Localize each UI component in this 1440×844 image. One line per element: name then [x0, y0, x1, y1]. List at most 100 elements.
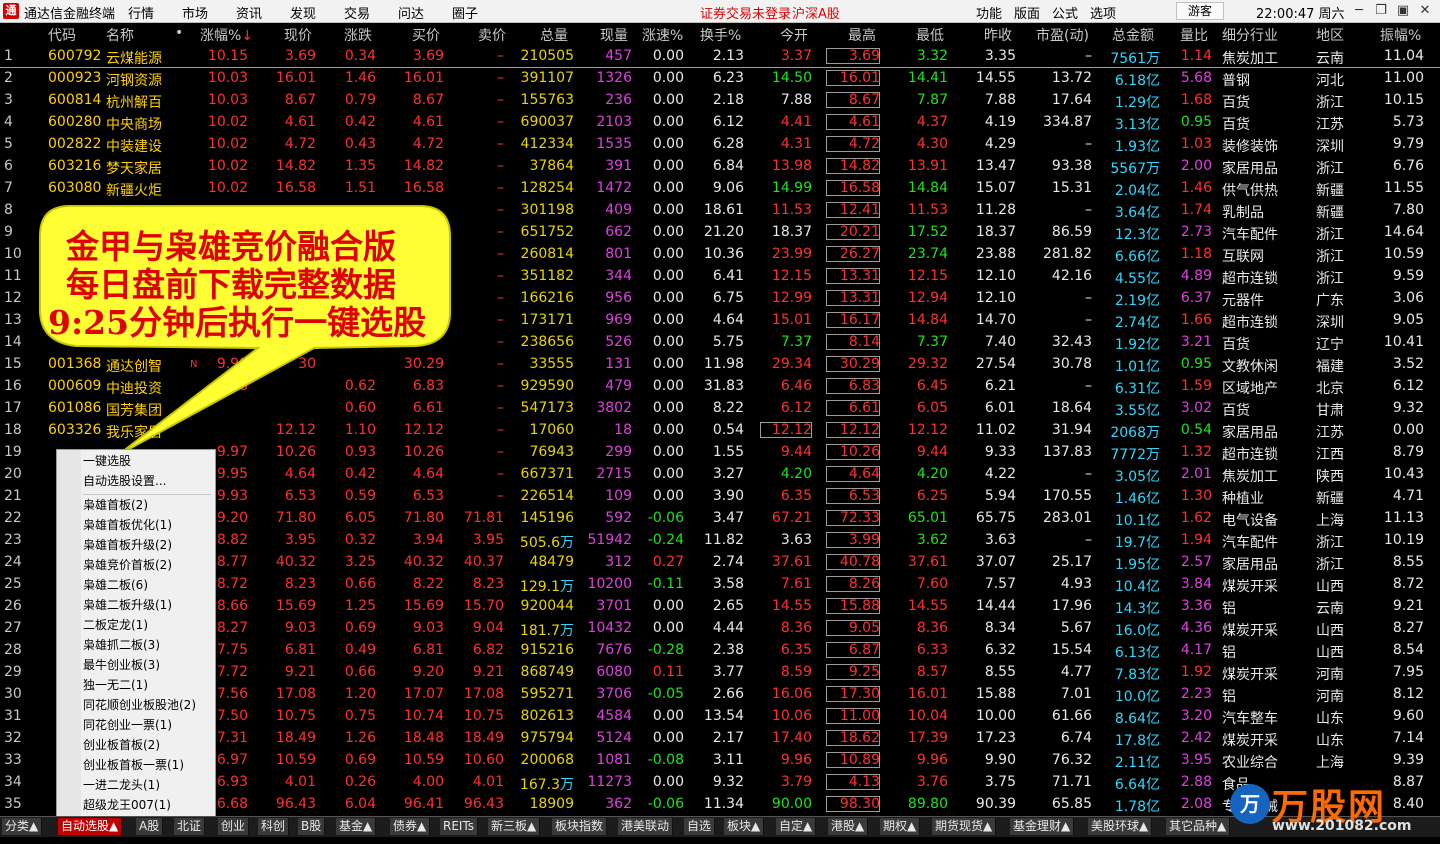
- menu-item-formula-4[interactable]: 枭雄竞价首板(2): [83, 555, 172, 575]
- table-row[interactable]: 7 603080 新疆火炬 10.02 16.58 1.51 16.58–128254 147…: [0, 177, 1440, 199]
- menu-faxian[interactable]: 发现: [290, 3, 316, 22]
- menu-jiaoyi[interactable]: 交易: [344, 3, 370, 22]
- tab-bond[interactable]: 债券▲: [390, 818, 431, 835]
- market-label[interactable]: 沪深A股: [792, 3, 840, 22]
- col-bid[interactable]: 买价: [412, 25, 440, 45]
- tab-category[interactable]: 分类▲: [2, 818, 43, 835]
- tab-fund-finance[interactable]: 基金理财▲: [1010, 818, 1075, 835]
- menu-item-formula-14[interactable]: 创业板首板一票(1): [83, 755, 184, 775]
- table-row[interactable]: 14–238656 526 0.00 5.75 7.37 8.14 7.37 7.40 32.4…: [0, 331, 1440, 353]
- table-row[interactable]: 30 7.56 17.08 1.20 17.07 17.08 595271 3706 -0.05…: [0, 683, 1440, 705]
- table-row[interactable]: 23 8.82 3.95 0.32 3.94 3.95 505.6万 51942 -0.24 11…: [0, 529, 1440, 551]
- cell-code[interactable]: 600792: [48, 48, 108, 64]
- cell-code[interactable]: 000923: [48, 70, 108, 86]
- table-row[interactable]: 2 000923 河钢资源 10.03 16.01 1.46 16.01–391107 132…: [0, 67, 1440, 89]
- col-volume[interactable]: 总量: [540, 25, 568, 45]
- table-row[interactable]: 8–301198 409 0.00 18.61 11.53 12.41 11.53 11.28…: [0, 199, 1440, 221]
- table-row[interactable]: 12–166216 956 0.00 6.75 12.99 13.31 12.94 12.10…: [0, 287, 1440, 309]
- cell-name[interactable]: 中装建设: [106, 136, 186, 156]
- cell-name[interactable]: 中迪投资: [106, 378, 186, 398]
- tab-other[interactable]: 其它品种▲: [1166, 818, 1231, 835]
- menu-wenda[interactable]: 问达: [398, 3, 424, 22]
- tab-sector-index[interactable]: 板块指数: [552, 818, 608, 835]
- table-row[interactable]: 31 7.50 10.75 0.75 10.74 10.75 802613 4584 0.00 1…: [0, 705, 1440, 727]
- table-row[interactable]: 10–260814 801 0.00 10.36 23.99 26.27 23.74 23.8…: [0, 243, 1440, 265]
- tab-chinext[interactable]: 创业: [218, 818, 250, 835]
- col-updown[interactable]: 涨跌: [344, 25, 372, 45]
- tab-us-global[interactable]: 美股环球▲: [1088, 818, 1153, 835]
- cell-code[interactable]: 601086: [48, 400, 108, 416]
- col-change-pct[interactable]: 涨幅%↓: [200, 25, 253, 45]
- table-row[interactable]: 4 600280 中央商场 10.02 4.61 0.42 4.61–690037 2103 0…: [0, 111, 1440, 133]
- menu-gongshi[interactable]: 公式: [1052, 3, 1078, 22]
- tab-hk-us-link[interactable]: 港美联动: [618, 818, 674, 835]
- tab-neeq[interactable]: 新三板▲: [488, 818, 541, 835]
- cell-code[interactable]: 600814: [48, 92, 108, 108]
- menu-hangqing[interactable]: 行情: [128, 3, 154, 22]
- menu-quanzi[interactable]: 圈子: [452, 3, 478, 22]
- col-speed[interactable]: 涨速%: [642, 25, 683, 45]
- table-row[interactable]: 15 001368 通达创智 9.99 30 30.29–33555 131 0.00 11.9…: [0, 353, 1440, 375]
- tab-sector[interactable]: 板块▲: [724, 818, 765, 835]
- cell-name[interactable]: 中央商场: [106, 114, 186, 134]
- cell-name[interactable]: 国芳集团: [106, 400, 186, 420]
- table-row[interactable]: 26 8.66 15.69 1.25 15.69 15.70 920044 3701 0.00 2…: [0, 595, 1440, 617]
- menu-item-auto-select-settings[interactable]: 自动选股设置...: [83, 471, 166, 491]
- table-row[interactable]: 24 8.77 40.32 3.25 40.32 40.37 48479 312 0.27 2.7…: [0, 551, 1440, 573]
- table-row[interactable]: 16 000609 中迪投资 9.98 0.62 6.83–929590 479 0.00 31…: [0, 375, 1440, 397]
- menu-item-formula-7[interactable]: 二板定龙(1): [83, 615, 148, 635]
- tab-b-share[interactable]: B股: [298, 818, 326, 835]
- table-row[interactable]: 34 6.93 4.01 0.26 4.00 4.01 167.3万 11273 0.00 9.3…: [0, 771, 1440, 793]
- menu-item-one-key-select[interactable]: 一键选股: [83, 451, 131, 471]
- cell-code[interactable]: 603326: [48, 422, 108, 438]
- table-row[interactable]: 17 601086 国芳集团 0.60 6.61–547173 3802 0.00 8.22 6…: [0, 397, 1440, 419]
- menu-item-formula-8[interactable]: 枭雄抓二板(3): [83, 635, 160, 655]
- menu-item-formula-10[interactable]: 独一无二(1): [83, 675, 148, 695]
- col-price[interactable]: 现价: [284, 25, 312, 45]
- cell-code[interactable]: 001368: [48, 356, 108, 372]
- cell-code[interactable]: 603216: [48, 158, 108, 174]
- menu-item-formula-2[interactable]: 枭雄首板优化(1): [83, 515, 172, 535]
- table-row[interactable]: 1 600792 云煤能源 10.15 3.69 0.34 3.69–210505 457 0.…: [0, 45, 1440, 68]
- col-amount[interactable]: 总金额: [1112, 25, 1154, 45]
- login-notice[interactable]: 证券交易未登录: [700, 3, 791, 22]
- guest-button[interactable]: 游客: [1176, 2, 1224, 20]
- col-ask[interactable]: 卖价: [478, 25, 506, 45]
- col-vol-ratio[interactable]: 量比: [1180, 25, 1208, 45]
- restore-icon[interactable]: ❐: [1370, 1, 1392, 21]
- cell-name[interactable]: 河钢资源: [106, 70, 186, 90]
- table-row[interactable]: 29 7.72 9.21 0.66 9.20 9.21 868749 6080 0.11 3.77…: [0, 661, 1440, 683]
- col-high[interactable]: 最高: [848, 25, 876, 45]
- cell-name[interactable]: 梦天家居: [106, 158, 186, 178]
- table-row[interactable]: 27 8.27 9.03 0.69 9.03 9.04 181.7万 10432 0.00 4.4…: [0, 617, 1440, 639]
- tab-fund[interactable]: 基金▲: [336, 818, 377, 835]
- cell-name[interactable]: 杭州解百: [106, 92, 186, 112]
- table-row[interactable]: 9–651752 662 0.00 21.20 18.37 20.21 17.52 18.37…: [0, 221, 1440, 243]
- col-low[interactable]: 最低: [916, 25, 944, 45]
- tab-option[interactable]: 期权▲: [880, 818, 921, 835]
- table-row[interactable]: 22 9.20 71.80 6.05 71.80 71.81 145196 592 -0.06 3…: [0, 507, 1440, 529]
- col-cur-volume[interactable]: 现量: [600, 25, 628, 45]
- menu-gongneng[interactable]: 功能: [976, 3, 1002, 22]
- col-code[interactable]: 代码: [48, 25, 76, 45]
- tab-reits[interactable]: REITs: [440, 818, 479, 835]
- table-row[interactable]: 6 603216 梦天家居 10.02 14.82 1.35 14.82–37864 391 0…: [0, 155, 1440, 177]
- table-row[interactable]: 13–173171 969 0.00 4.64 15.01 16.17 14.84 14.70…: [0, 309, 1440, 331]
- menu-item-formula-13[interactable]: 创业板首板(2): [83, 735, 160, 755]
- tab-bse[interactable]: 北证: [174, 818, 206, 835]
- menu-item-formula-9[interactable]: 最牛创业板(3): [83, 655, 160, 675]
- tab-hk-stock[interactable]: 港股▲: [828, 818, 869, 835]
- menu-item-formula-16[interactable]: 超级龙王007(1): [83, 795, 171, 815]
- table-row[interactable]: 28 7.75 6.81 0.49 6.81 6.82 915216 7676 -0.28 2.3…: [0, 639, 1440, 661]
- col-prev-close[interactable]: 昨收: [984, 25, 1012, 45]
- menu-item-formula-15[interactable]: 一进二龙头(1): [83, 775, 160, 795]
- minimize-icon[interactable]: ─: [1348, 1, 1370, 21]
- table-row[interactable]: 19 9.97 10.26 0.93 10.26–76943 299 0.00 1.55 9.4…: [0, 441, 1440, 463]
- table-row[interactable]: 18 603326 我乐家居 12.12 1.10 12.12–17060 18 0.00 0.…: [0, 419, 1440, 441]
- col-region[interactable]: 地区: [1316, 25, 1344, 45]
- cell-name[interactable]: 云煤能源: [106, 48, 186, 68]
- maximize-icon[interactable]: ▣: [1392, 1, 1414, 21]
- menu-xuanxiang[interactable]: 选项: [1090, 3, 1116, 22]
- menu-item-formula-11[interactable]: 同花顺创业板股池(2): [83, 695, 196, 715]
- menu-item-formula-1[interactable]: 枭雄首板(2): [83, 495, 148, 515]
